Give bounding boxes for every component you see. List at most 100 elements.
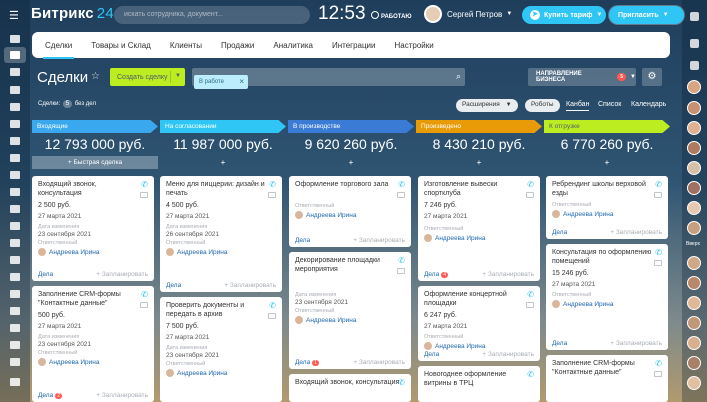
schedule-link[interactable]: + Запланировать xyxy=(610,340,662,347)
work-status[interactable]: РАБОТАЮ xyxy=(371,11,412,20)
responsible-user[interactable]: Андреева Ирина xyxy=(552,300,662,308)
deal-title[interactable]: Входящий звонок, консультация xyxy=(295,378,405,387)
deal-card[interactable]: ✆ Входящий звонок, консультация 2 500 ру… xyxy=(32,176,154,281)
responsible-user[interactable]: Андреева Ирина xyxy=(38,248,148,256)
view-kanban[interactable]: Канбан xyxy=(566,101,590,111)
menu-icon[interactable]: ☰ xyxy=(9,9,19,22)
calendar-icon[interactable] xyxy=(10,120,20,128)
schedule-link[interactable]: + Запланировать xyxy=(96,271,148,278)
settings-icon[interactable] xyxy=(10,324,20,332)
responsible-user[interactable]: Андреева Ирина xyxy=(552,210,662,218)
contact-avatar[interactable] xyxy=(687,161,701,175)
sites-icon[interactable] xyxy=(10,256,20,264)
message-icon[interactable] xyxy=(268,313,276,319)
add-deal-button[interactable]: + xyxy=(288,156,414,169)
robots-button[interactable]: Роботы xyxy=(525,99,560,112)
tasks-icon[interactable] xyxy=(10,68,20,76)
schedule-link[interactable]: + Запланировать xyxy=(482,271,534,278)
tab-integrations[interactable]: Интеграции xyxy=(332,41,376,50)
deal-card[interactable]: ✆ Ребрендинг школы верховой езды Ответст… xyxy=(546,176,668,239)
message-icon[interactable] xyxy=(526,302,534,308)
deal-title[interactable]: Проверить документы и передать в архив xyxy=(166,301,266,319)
contact-avatar[interactable] xyxy=(687,256,701,270)
tab-sales[interactable]: Продажи xyxy=(221,41,254,50)
crm-icon[interactable] xyxy=(10,51,20,59)
phone-icon[interactable]: ✆ xyxy=(655,248,662,257)
deal-title[interactable]: Изготовление вывески спортклуба xyxy=(424,180,524,198)
deal-card[interactable]: ✆ Оформление торгового зала Ответственны… xyxy=(289,176,411,247)
tab-settings[interactable]: Настройки xyxy=(395,41,434,50)
deal-card[interactable]: ✆ Консультация по оформлению помещений 1… xyxy=(546,244,668,350)
contact-avatar[interactable] xyxy=(687,101,701,115)
phone-icon[interactable]: ✆ xyxy=(269,301,276,310)
phone-icon[interactable]: ✆ xyxy=(527,370,534,379)
search-icon[interactable] xyxy=(690,61,699,70)
add-deal-button[interactable]: + xyxy=(544,156,670,169)
activities-link[interactable]: Дела xyxy=(38,271,53,278)
schedule-link[interactable]: + Запланировать xyxy=(482,351,534,358)
schedule-link[interactable]: + Запланировать xyxy=(96,392,148,399)
tab-deals[interactable]: Сделки xyxy=(42,41,75,59)
deal-title[interactable]: Декорирование площадки мероприятия xyxy=(295,256,395,274)
phone-icon[interactable]: ✆ xyxy=(655,359,662,368)
user-menu[interactable]: Сергей Петров ▼ xyxy=(424,5,512,23)
stage-header[interactable]: К отгрузке xyxy=(544,120,670,133)
chat-icon[interactable] xyxy=(10,86,20,94)
message-icon[interactable] xyxy=(397,192,405,198)
grid-icon[interactable] xyxy=(10,341,20,349)
network-icon[interactable] xyxy=(10,307,20,315)
view-list[interactable]: Список xyxy=(598,101,621,108)
activities-link[interactable]: Дела xyxy=(552,340,567,347)
phone-icon[interactable]: ✆ xyxy=(655,180,662,189)
deal-title[interactable]: Меню для пиццерии: дизайн и печать xyxy=(166,180,266,198)
phone-icon[interactable]: ✆ xyxy=(141,290,148,299)
deal-card[interactable]: ✆ Оформление концертной площадки 6 247 р… xyxy=(418,286,540,361)
deal-card[interactable]: ✆ Изготовление вывески спортклуба 7 246 … xyxy=(418,176,540,281)
apps-icon[interactable] xyxy=(10,273,20,281)
deal-title[interactable]: Консультация по оформлению помещений xyxy=(552,248,652,266)
add-deal-button[interactable]: + xyxy=(160,156,286,169)
responsible-user[interactable]: Андреева Ирина xyxy=(295,316,405,324)
deal-card[interactable]: ✆ Проверить документы и передать в архив… xyxy=(160,297,282,402)
message-icon[interactable] xyxy=(140,192,148,198)
phone-icon[interactable]: ✆ xyxy=(269,180,276,189)
stage-header[interactable]: На согласовании xyxy=(160,120,286,133)
gear-icon[interactable]: ⚙ xyxy=(642,68,662,86)
contact-avatar[interactable] xyxy=(687,141,701,155)
activities-link[interactable]: Дела xyxy=(295,237,310,244)
add-icon[interactable] xyxy=(10,378,20,386)
message-icon[interactable] xyxy=(268,192,276,198)
tab-products[interactable]: Товары и Склад xyxy=(91,41,151,50)
filter-search-input[interactable]: В работе ⌕ xyxy=(192,68,465,89)
deal-card[interactable]: ✆ Заполнение CRM-формы "Контактные данны… xyxy=(546,355,668,402)
stage-header[interactable]: В производстве xyxy=(288,120,414,133)
deal-title[interactable]: Входящий звонок, консультация xyxy=(38,180,138,198)
checklist-icon[interactable] xyxy=(10,154,20,162)
deal-title[interactable]: Оформление концертной площадки xyxy=(424,290,524,308)
deal-title[interactable]: Заполнение CRM-формы "Контактные данные" xyxy=(38,290,138,308)
activities-link[interactable]: Дела xyxy=(424,351,439,358)
contact-avatar[interactable] xyxy=(687,316,701,330)
disk-icon[interactable] xyxy=(10,137,20,145)
message-icon[interactable] xyxy=(140,302,148,308)
logo[interactable]: Битрикс 24 xyxy=(31,5,114,22)
contact-avatar[interactable] xyxy=(687,376,701,390)
contact-avatar[interactable] xyxy=(687,121,701,135)
activities-link[interactable]: Дела 1 xyxy=(295,359,319,366)
clock[interactable]: 12:53 xyxy=(318,3,366,25)
view-calendar[interactable]: Календарь xyxy=(631,101,666,108)
global-search-input[interactable]: искать сотрудника, документ... xyxy=(114,6,310,24)
phone-icon[interactable]: ✆ xyxy=(527,180,534,189)
quick-deal-button[interactable]: + Быстрая сделка xyxy=(32,156,158,169)
responsible-user[interactable]: Андреева Ирина xyxy=(295,211,405,219)
deals-counter[interactable]: Сделки: 5 без дел xyxy=(38,100,96,108)
invite-button[interactable]: Пригласить ▼ xyxy=(609,6,684,24)
more-icon[interactable] xyxy=(10,358,20,366)
tab-analytics[interactable]: Аналитика xyxy=(273,41,313,50)
phone-icon[interactable]: ✆ xyxy=(141,180,148,189)
responsible-user[interactable]: Андреева Ирина xyxy=(424,342,534,350)
mail-icon[interactable] xyxy=(10,188,20,196)
message-icon[interactable] xyxy=(526,192,534,198)
phone-icon[interactable]: ✆ xyxy=(527,290,534,299)
help-icon[interactable] xyxy=(690,39,699,48)
